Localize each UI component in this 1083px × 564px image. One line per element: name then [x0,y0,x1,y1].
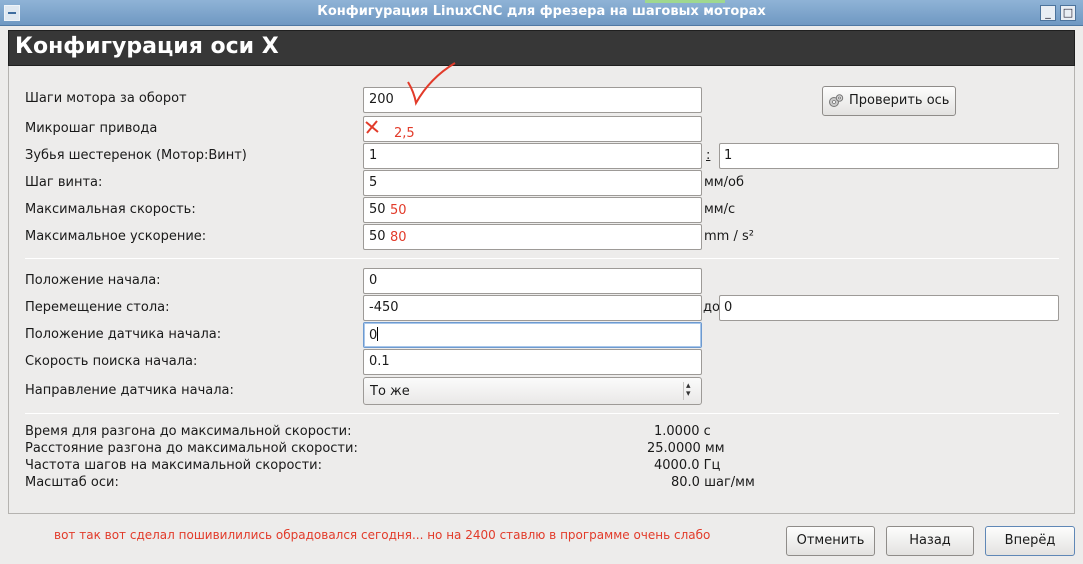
home-position-label: Положение начала: [25,273,161,288]
gear-ratio-label: Зубья шестеренок (Мотор:Винт) [25,148,247,163]
home-direction-value: То же [370,384,410,399]
accel-time-value: 1.0000 с [654,424,711,439]
screw-pitch-unit: мм/об [704,175,744,190]
max-velocity-annotation: 50 [390,203,407,218]
gears-icon [829,94,844,107]
forward-button[interactable]: Вперёд [985,526,1075,556]
max-accel-annotation: 80 [390,230,407,245]
titlebar-accent [645,0,725,3]
steps-per-rev-label: Шаги мотора за оборот [25,91,187,106]
screw-pitch-label: Шаг винта: [25,175,103,190]
home-switch-position-label: Положение датчика начала: [25,327,222,342]
page-header: Конфигурация оси X [8,30,1075,66]
window-titlebar: Конфигурация LinuxCNC для фрезера на шаг… [0,0,1083,26]
home-search-velocity-field[interactable]: 0.1 [363,349,702,375]
window-title: Конфигурация LinuxCNC для фрезера на шаг… [317,4,766,19]
info-divider [25,413,1059,414]
home-search-velocity-label: Скорость поиска начала: [25,354,198,369]
max-velocity-label: Максимальная скорость: [25,202,196,217]
text-caret [377,327,379,341]
gear-screw-field[interactable]: 1 [719,143,1059,169]
accel-distance-value: 25.0000 мм [647,441,725,456]
screw-pitch-field[interactable]: 5 [363,170,702,196]
microstep-annotation: 2,5 [394,126,415,141]
step-rate-label: Частота шагов на максимальной скорости: [25,458,322,473]
section-divider [25,258,1059,259]
cancel-button[interactable]: Отменить [786,526,875,556]
table-travel-to-label: до [703,300,720,315]
axis-scale-label: Масштаб оси: [25,475,119,490]
minimize-icon[interactable]: _ [1040,5,1056,21]
accel-distance-label: Расстояние разгона до максимальной скоро… [25,441,358,456]
test-axis-label: Проверить ось [849,93,950,108]
max-velocity-unit: мм/с [704,202,736,217]
home-switch-position-field[interactable]: 0 [363,322,702,348]
accel-time-label: Время для разгона до максимальной скорос… [25,424,352,439]
home-direction-label: Направление датчика начала: [25,383,234,398]
note-annotation: вот так вот сделал пошивилились обрадова… [54,528,711,542]
page-title: Конфигурация оси X [15,34,279,59]
gear-motor-field[interactable]: 1 [363,143,702,169]
home-position-field[interactable]: 0 [363,268,702,294]
axis-scale-value: 80.0 шаг/мм [671,475,755,490]
max-velocity-field[interactable]: 50 [363,197,702,223]
max-accel-field[interactable]: 50 [363,224,702,250]
max-accel-label: Максимальное ускорение: [25,229,207,244]
table-travel-label: Перемещение стола: [25,300,170,315]
table-travel-max-field[interactable]: 0 [719,295,1059,321]
updown-chevron-icon: ▴ ▾ [683,382,695,400]
table-travel-min-field[interactable]: -450 [363,295,702,321]
checkmark-annotation [407,62,456,106]
step-rate-value: 4000.0 Гц [654,458,721,473]
back-button[interactable]: Назад [886,526,974,556]
cross-annotation [365,120,379,134]
home-direction-select[interactable]: То же ▴ ▾ [363,377,702,405]
gear-ratio-separator: : [706,148,711,163]
test-axis-button[interactable]: Проверить ось [822,86,956,116]
microstep-label: Микрошаг привода [25,121,158,136]
max-accel-unit: mm / s² [704,229,754,244]
maximize-icon[interactable]: □ [1060,5,1076,21]
